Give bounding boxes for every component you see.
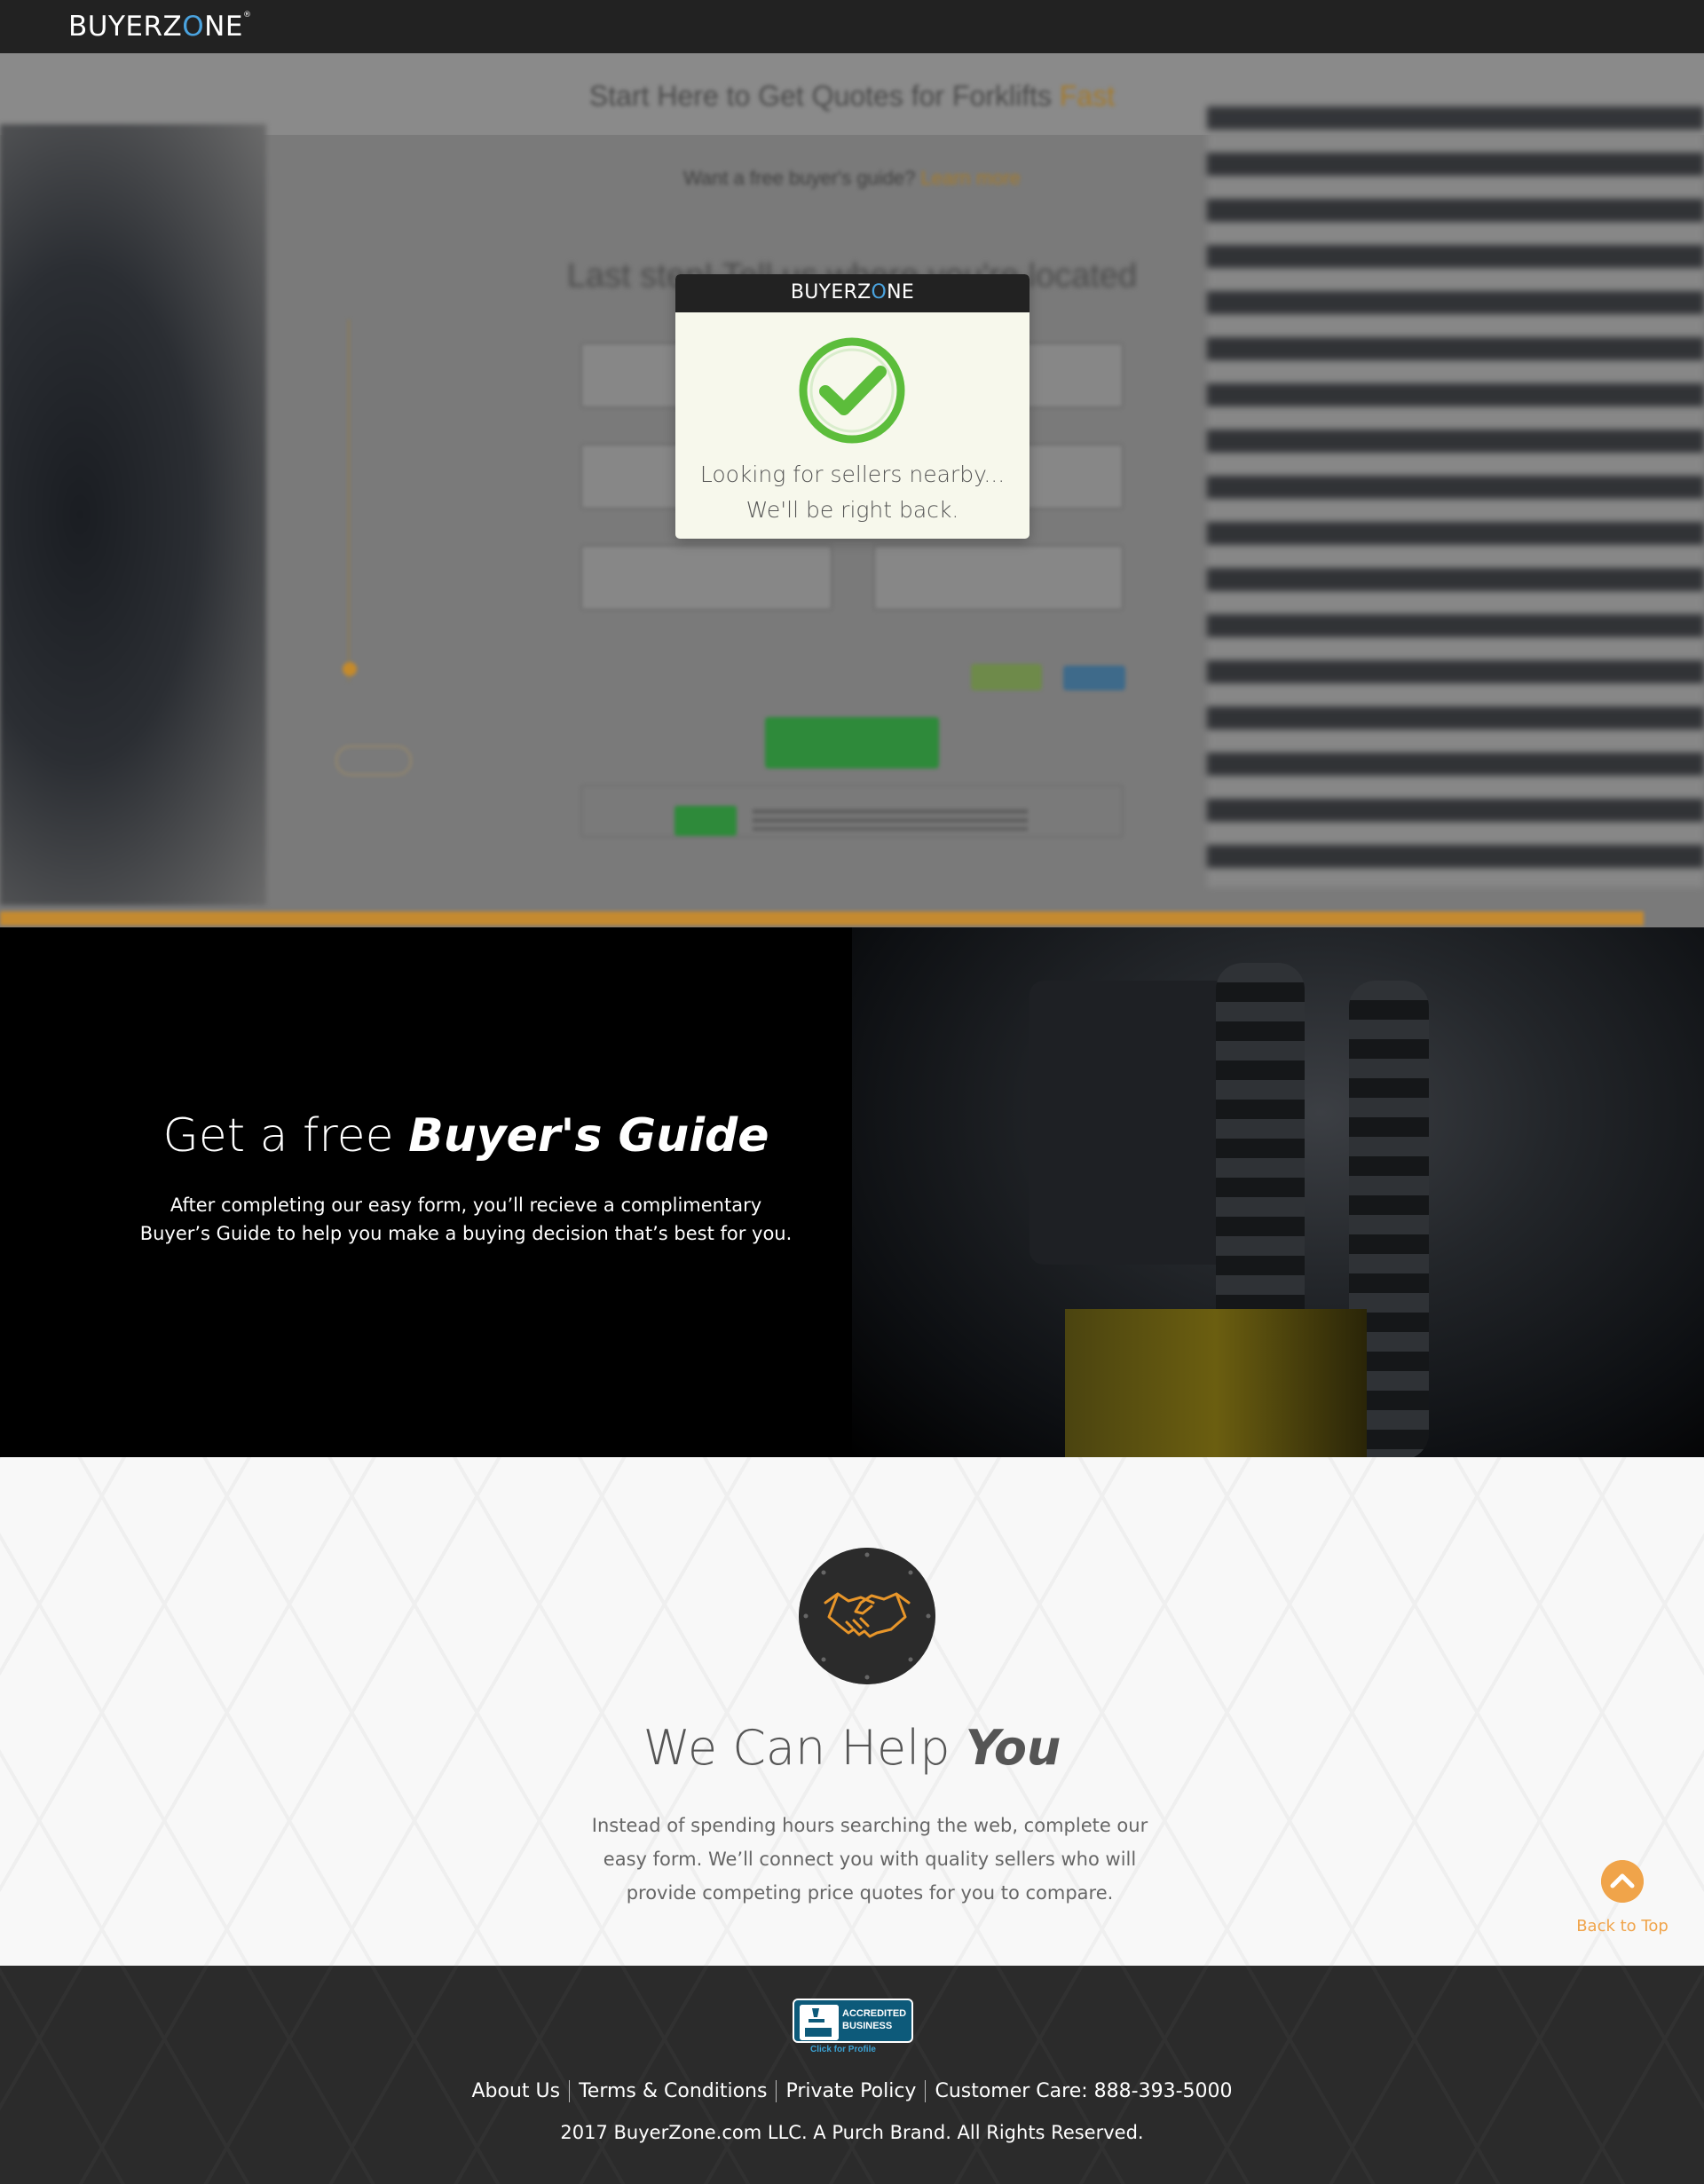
yellow-panel-image — [1065, 1309, 1367, 1457]
forklift-image-left — [0, 124, 266, 905]
footer-link-privacy[interactable]: Private Policy — [776, 2080, 925, 2102]
consent-button[interactable] — [674, 806, 737, 836]
bbb-badge-box[interactable]: ACCREDITED BUSINESS — [793, 1999, 913, 2043]
buyerzone-logo[interactable]: BUYERZONE® — [68, 11, 251, 43]
progress-current-dot — [343, 662, 357, 676]
bbb-accredited-badge[interactable]: ACCREDITED BUSINESS Click for Profile — [793, 1999, 913, 2055]
progress-step — [348, 380, 525, 410]
security-badge — [971, 664, 1042, 690]
top-navbar: BUYERZONE® — [0, 0, 1704, 53]
modal-logo-text-o: O — [871, 281, 888, 304]
footer-copyright: 2017 BuyerZone.com LLC. A Purch Brand. A… — [560, 2122, 1144, 2143]
footer-link-terms[interactable]: Terms & Conditions — [569, 2080, 776, 2102]
state-select[interactable] — [873, 545, 1124, 611]
logo-registered-mark: ® — [242, 11, 252, 20]
buyers-guide-title-bold: Buyer's Guide — [408, 1109, 769, 1163]
logo-text-b: NE — [204, 11, 243, 43]
back-to-top-label[interactable]: Back to Top — [1569, 1917, 1676, 1936]
loading-modal: BUYERZONE Looking for sellers nearby... … — [675, 274, 1030, 539]
bbb-torch-icon — [800, 2005, 839, 2040]
help-line2: easy form. We’ll connect you with qualit… — [603, 1849, 1137, 1870]
help-description: Instead of spending hours searching the … — [568, 1809, 1172, 1910]
hero-headline-text: Start Here to Get Quotes for Forklifts — [588, 80, 1052, 112]
bbb-click-for-profile[interactable]: Click for Profile — [810, 2045, 876, 2054]
help-title-plain: We Can Help — [643, 1720, 966, 1776]
progress-step — [348, 350, 525, 380]
progress-step — [348, 410, 525, 440]
hero-headline-accent: Fast — [1059, 80, 1116, 112]
help-title-bold: You — [965, 1720, 1061, 1776]
progress-step — [348, 561, 525, 591]
hero-accent-bar — [0, 911, 1644, 926]
progress-step — [348, 591, 525, 621]
logo-text-a: BUYERZ — [68, 11, 183, 43]
checkmark-circle-icon — [799, 337, 905, 444]
help-line1: Instead of spending hours searching the … — [591, 1815, 1148, 1836]
modal-logo-text-b: NE — [887, 281, 915, 304]
get-quotes-button[interactable] — [765, 717, 939, 769]
hero-subline-text: Want a free buyer's guide? — [682, 167, 916, 189]
bbb-line1: ACCREDITED — [842, 2008, 907, 2019]
trust-badge — [1063, 666, 1125, 690]
modal-logo: BUYERZONE — [791, 281, 914, 304]
learn-more-link[interactable]: Learn more — [921, 167, 1022, 189]
buyers-guide-line2: Buyer’s Guide to help you make a buying … — [139, 1223, 793, 1244]
back-button[interactable] — [335, 745, 412, 776]
footer-customer-care[interactable]: Customer Care: 888-393-5000 — [925, 2080, 1241, 2102]
modal-message-line2: We'll be right back. — [746, 497, 959, 523]
gear-block-image — [1030, 981, 1242, 1265]
help-line3: provide competing price quotes for you t… — [626, 1882, 1114, 1904]
buyers-guide-title-plain: Get a free — [162, 1109, 409, 1163]
bbb-line2: BUSINESS — [842, 2021, 893, 2031]
help-title: We Can Help You — [0, 1720, 1704, 1776]
progress-step — [348, 531, 525, 561]
consent-text — [753, 809, 1028, 831]
chevron-up-icon[interactable] — [1601, 1860, 1644, 1903]
footer-link-about-us[interactable]: About Us — [462, 2080, 569, 2102]
progress-step — [348, 470, 525, 501]
progress-step — [348, 621, 525, 651]
progress-step — [348, 501, 525, 531]
buyers-guide-line1: After completing our easy form, you’ll r… — [170, 1194, 762, 1216]
buyers-guide-title: Get a free Buyer's Guide — [0, 1109, 932, 1163]
logo-text-o: O — [182, 11, 205, 43]
hero-headline: Start Here to Get Quotes for Forklifts F… — [0, 80, 1704, 113]
progress-step — [348, 440, 525, 470]
zip-code-field[interactable] — [580, 545, 832, 611]
back-to-top-button[interactable]: Back to Top — [1569, 1860, 1676, 1936]
bbb-text: ACCREDITED BUSINESS — [842, 2007, 906, 2032]
modal-logo-text-a: BUYERZ — [790, 281, 872, 304]
progress-step — [348, 319, 525, 350]
buyers-guide-description: After completing our easy form, you’ll r… — [0, 1191, 932, 1248]
modal-message-line1: Looking for sellers nearby... — [699, 461, 1006, 487]
footer-links: About Us Terms & Conditions Private Policy… — [0, 2080, 1704, 2102]
modal-header: BUYERZONE — [675, 274, 1030, 312]
progress-steps — [343, 319, 525, 682]
progress-step-current — [343, 651, 525, 682]
forklift-image-right — [1207, 106, 1704, 887]
handshake-icon — [799, 1548, 935, 1684]
modal-message: Looking for sellers nearby... We'll be r… — [675, 457, 1030, 528]
hero-subline: Want a free buyer's guide? Learn more — [0, 167, 1704, 190]
